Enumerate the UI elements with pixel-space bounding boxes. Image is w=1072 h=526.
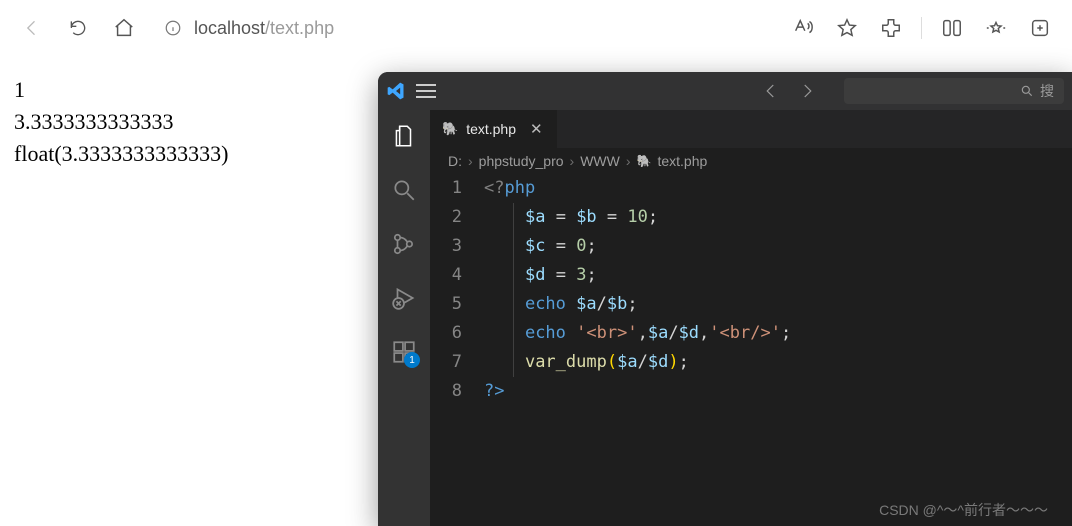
breadcrumb-seg[interactable]: phpstudy_pro [479,153,564,169]
breadcrumb-seg[interactable]: text.php [657,153,707,169]
refresh-button[interactable] [58,8,98,48]
source-control-icon[interactable] [390,230,418,258]
code-line: <?php [484,174,791,203]
address-bar[interactable]: localhost/text.php [150,10,630,46]
split-screen-button[interactable] [932,8,972,48]
indent-guide [513,203,514,377]
favorite-button[interactable] [827,8,867,48]
search-icon[interactable] [390,176,418,204]
search-placeholder: 搜 [1040,81,1054,101]
tab-label: text.php [466,121,516,137]
code-lines[interactable]: <?php $a = $b = 10; $c = 0; $d = 3; echo… [484,174,791,406]
toolbar-right [783,8,1060,48]
code-line: $d = 3; [484,261,791,290]
extensions-button[interactable] [871,8,911,48]
explorer-icon[interactable] [390,122,418,150]
home-button[interactable] [104,8,144,48]
code-line: echo $a/$b; [484,290,791,319]
breadcrumb[interactable]: D: › phpstudy_pro › WWW › 🐘 text.php [430,148,1072,174]
output-line: 3.3333333333333 [14,106,228,138]
chevron-right-icon: › [570,153,575,169]
code-line: var_dump($a/$d); [484,348,791,377]
close-tab-button[interactable]: ✕ [530,120,543,138]
nav-back-button[interactable] [762,82,780,100]
breadcrumb-seg[interactable]: D: [448,153,462,169]
php-file-icon: 🐘 [637,154,652,168]
vscode-logo-icon [386,81,406,101]
code-line: $c = 0; [484,232,791,261]
read-aloud-button[interactable] [783,8,823,48]
output-line: float(3.3333333333333) [14,138,228,170]
collections-button[interactable] [1020,8,1060,48]
extensions-icon[interactable]: 1 [390,338,418,366]
vscode-window: 搜 1 🐘 [378,72,1072,526]
watermark: CSDN @^～^前行者～～～ [879,500,1048,520]
url-text: localhost/text.php [194,18,334,39]
line-gutter: 1 2 3 4 5 6 7 8 [436,174,484,406]
editor-tabs: 🐘 text.php ✕ [430,110,1072,148]
breadcrumb-seg[interactable]: WWW [580,153,620,169]
output-line: 1 [14,74,228,106]
chevron-right-icon: › [468,153,473,169]
extensions-badge: 1 [404,352,420,368]
chevron-right-icon: › [626,153,631,169]
vscode-search-input[interactable]: 搜 [844,78,1064,104]
page-content: 1 3.3333333333333 float(3.3333333333333) [14,74,228,170]
tab-text-php[interactable]: 🐘 text.php ✕ [430,110,558,148]
activity-bar: 1 [378,110,430,526]
code-line: ?> [484,377,791,406]
divider [921,17,922,39]
favorites-bar-button[interactable] [976,8,1016,48]
vscode-titlebar: 搜 [378,72,1072,110]
code-editor[interactable]: 1 2 3 4 5 6 7 8 <?php $a = $b = 10; $c =… [430,174,1072,406]
back-button[interactable] [12,8,52,48]
nav-forward-button[interactable] [798,82,816,100]
debug-icon[interactable] [390,284,418,312]
code-line: echo '<br>',$a/$d,'<br/>'; [484,319,791,348]
menu-button[interactable] [416,84,436,98]
code-line: $a = $b = 10; [484,203,791,232]
browser-toolbar: localhost/text.php [0,0,1072,56]
site-info-icon[interactable] [164,19,182,37]
php-file-icon: 🐘 [442,121,458,137]
